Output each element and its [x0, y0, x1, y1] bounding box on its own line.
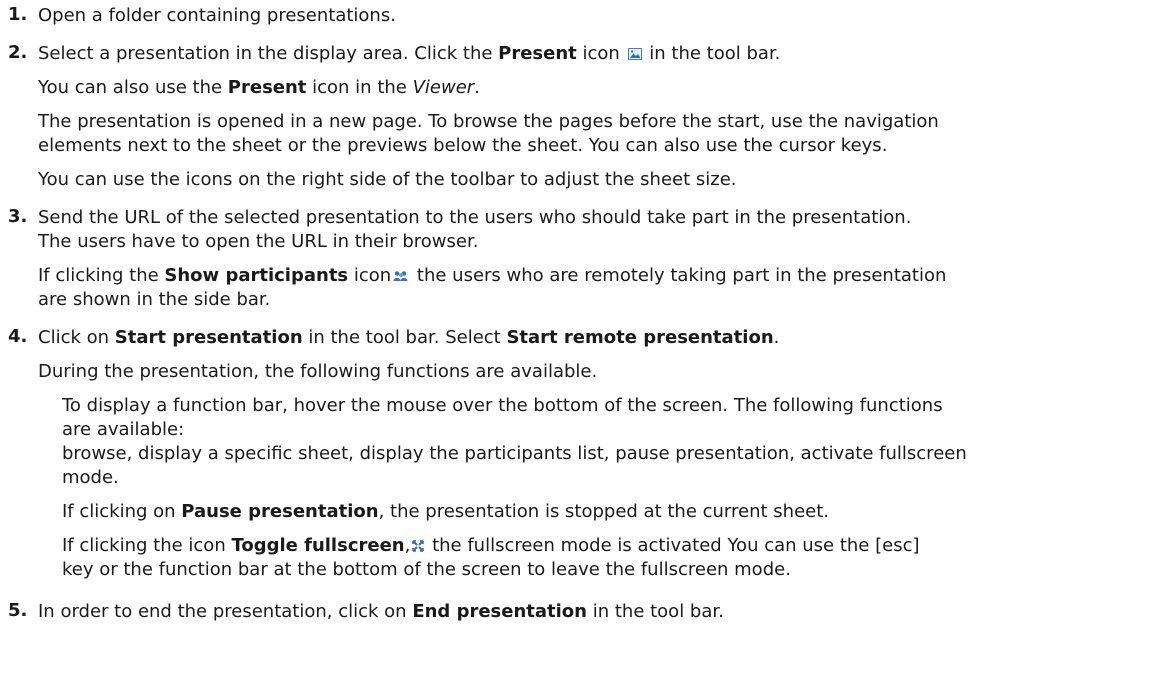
step-text: You can also use the Present icon in the… [38, 77, 480, 98]
step-text: Open a folder containing presentations. [38, 5, 396, 26]
step-text: During the presentation, the following f… [38, 361, 598, 382]
step-text: You can use the icons on the right side … [38, 169, 737, 190]
step-text: Select a presentation in the display are… [38, 43, 781, 64]
step-5: 5. In order to end the presentation, cli… [8, 600, 1138, 624]
step-number: 5. [8, 600, 28, 621]
steps-list: 1. Open a folder containing presentation… [8, 0, 1138, 624]
step-text: Click on Start presentation in the tool … [38, 327, 780, 348]
step-text: The presentation is opened in a new page… [38, 111, 939, 156]
step-4: 4. Click on Start presentation in the to… [8, 326, 1138, 582]
step-text: In order to end the presentation, click … [38, 601, 724, 622]
fullscreen-icon [412, 540, 425, 552]
instructions-document: 1. Open a folder containing presentation… [0, 0, 1156, 624]
step-number: 3. [8, 206, 28, 227]
step-1: 1. Open a folder containing presentation… [8, 0, 1138, 28]
step-3: 3. Send the URL of the selected presenta… [8, 206, 1138, 312]
step-2: 2. Select a presentation in the display … [8, 42, 1138, 192]
step-number: 4. [8, 326, 28, 347]
step-number: 2. [8, 42, 28, 63]
step-text: Send the URL of the selected presentatio… [38, 207, 912, 252]
substep-text: If clicking on Pause presentation, the p… [62, 501, 829, 522]
step-text: If clicking the Show participants icon t… [38, 265, 947, 310]
step-number: 1. [8, 4, 28, 25]
present-icon [627, 48, 642, 60]
participants-icon [393, 271, 408, 281]
substep-text: If clicking the icon Toggle fullscreen, … [62, 535, 920, 580]
substep-text: To display a function bar, hover the mou… [62, 395, 967, 488]
